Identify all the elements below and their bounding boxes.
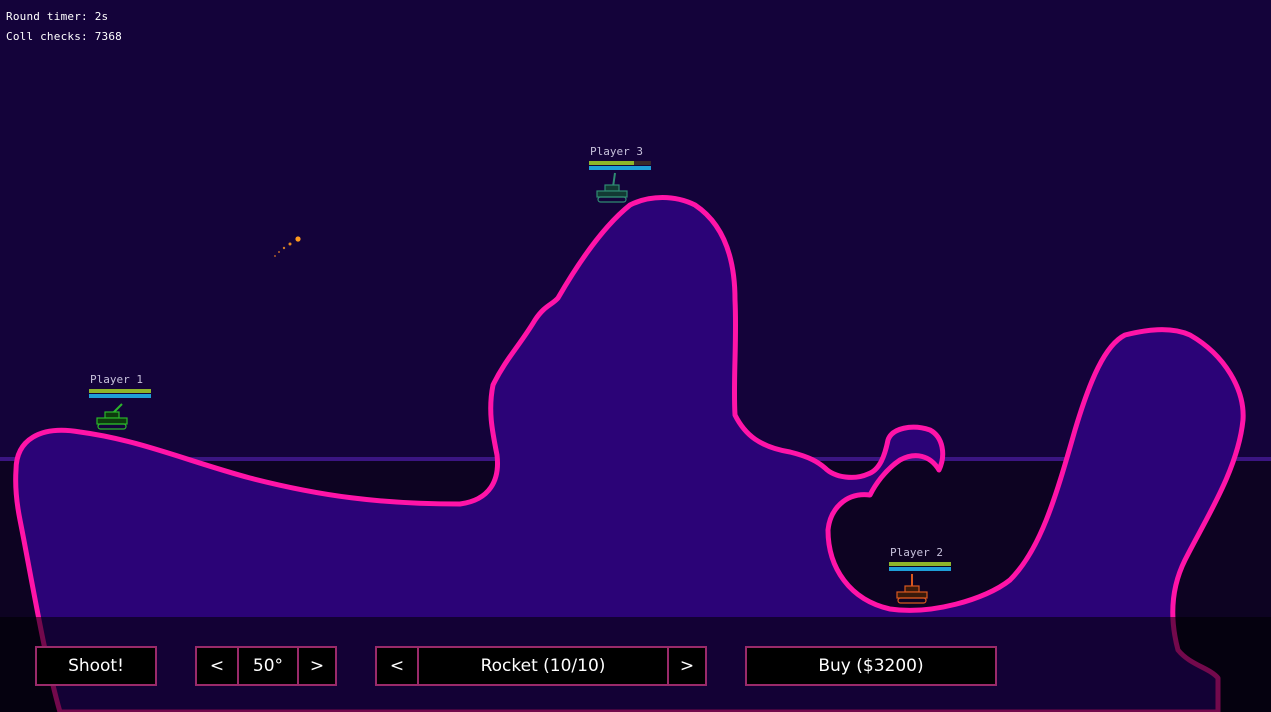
tank-turret-base: [104, 411, 120, 419]
player-1-name: Player 1: [90, 373, 143, 386]
angle-increase-button[interactable]: >: [297, 648, 335, 684]
projectile-head: [295, 236, 301, 242]
projectile-trail-dot: [274, 255, 276, 257]
weapon-prev-button[interactable]: <: [377, 648, 417, 684]
weapon-value: Rocket (10/10): [417, 648, 667, 684]
tank-body: [896, 591, 928, 599]
tank-body: [96, 417, 128, 425]
health-bar: [89, 389, 151, 393]
player-3-name: Player 3: [590, 145, 643, 158]
projectile-trail-dot: [282, 246, 286, 250]
weapon-control: < Rocket (10/10) >: [375, 646, 707, 686]
angle-control: < 50° >: [195, 646, 337, 686]
buy-button[interactable]: Buy ($3200): [747, 648, 995, 684]
shoot-control: Shoot!: [35, 646, 157, 686]
angle-decrease-button[interactable]: <: [197, 648, 237, 684]
fuel-bar: [589, 166, 651, 170]
player-1-bars: [89, 389, 151, 398]
round-timer: Round timer: 2s: [6, 10, 109, 23]
projectile-trail-dot: [288, 242, 292, 246]
health-bar: [589, 161, 634, 165]
player-2-bars: [889, 562, 951, 571]
buy-control: Buy ($3200): [745, 646, 997, 686]
weapon-next-button[interactable]: >: [667, 648, 705, 684]
collision-checks: Coll checks: 7368: [6, 30, 122, 43]
fuel-bar: [89, 394, 151, 398]
angle-value: 50°: [237, 648, 297, 684]
projectile-trail-dot: [278, 251, 280, 253]
tank-body: [596, 190, 628, 198]
player-2-name: Player 2: [890, 546, 943, 559]
game-stage: Round timer: 2s Coll checks: 7368 Player…: [0, 0, 1271, 712]
game-canvas[interactable]: [0, 0, 1271, 712]
shoot-button[interactable]: Shoot!: [37, 648, 155, 684]
fuel-bar: [889, 567, 951, 571]
player-3-bars: [589, 161, 651, 170]
tank-turret-base: [904, 585, 920, 593]
health-bar: [889, 562, 951, 566]
tank-turret-base: [604, 184, 620, 192]
